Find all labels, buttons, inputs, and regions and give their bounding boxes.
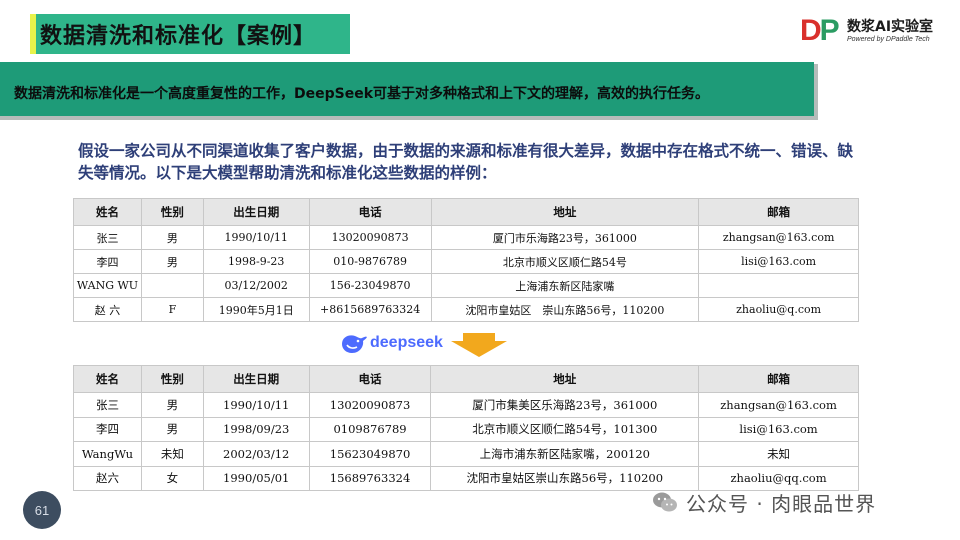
cell-phone: 0109876789 [308,416,432,442]
cell-address: 厦门市乐海路23号，361000 [430,225,700,250]
cell-name: 李四 [73,249,142,274]
cell-email [698,273,859,298]
cell-name: WangWu [73,441,142,467]
cell-birthdate: 1998/09/23 [202,416,310,442]
column-header: 出生日期 [202,198,310,226]
cell-phone: 15689763324 [308,465,432,491]
column-header: 邮箱 [698,198,859,226]
page-title: 数据清洗和标准化【案例】 [40,24,317,49]
cell-birthdate: 1990/05/01 [202,465,310,491]
cell-name: 李四 [73,416,142,442]
table-row: WANG WU 03/12/2002 156-23049870 上海浦东新区陆家… [73,273,859,298]
table-row: 张三 男 1990/10/11 13020090873 厦门市集美区乐海路23号… [73,392,859,418]
cell-birthdate: 1990/10/11 [202,392,310,418]
cell-email: 未知 [698,441,859,467]
table-header-row: 姓名 性别 出生日期 电话 地址 邮箱 [73,365,859,393]
cell-phone: 15623049870 [308,441,432,467]
watermark-text: 公众号 · 肉眼品世界 [686,491,877,516]
column-header: 姓名 [73,198,142,226]
cell-phone: 13020090873 [308,225,432,250]
cell-phone: 010-9876789 [308,249,432,274]
cell-email: lisi@163.com [698,249,859,274]
title-accent [30,14,36,54]
table-row: 张三 男 1990/10/11 13020090873 厦门市乐海路23号，36… [73,225,859,250]
cell-email: lisi@163.com [698,416,859,442]
wechat-icon [653,492,677,512]
page-number: 61 [23,491,61,529]
cell-gender: 女 [140,465,204,491]
column-header: 地址 [430,365,700,393]
cell-gender: 男 [140,416,204,442]
cell-gender [140,273,204,298]
cell-name: 张三 [73,392,142,418]
table-header-row: 姓名 性别 出生日期 电话 地址 邮箱 [73,198,859,226]
table-row: 李四 男 1998-9-23 010-9876789 北京市顺义区顺仁路54号 … [73,249,859,274]
cell-gender: 男 [140,249,204,274]
cell-address: 上海市浦东新区陆家嘴，200120 [430,441,700,467]
cell-birthdate: 1990年5月1日 [202,297,310,322]
cell-email: zhaoliu@q.com [698,297,859,322]
logo-name: 数浆AI实验室 [847,19,934,35]
cell-phone: 13020090873 [308,392,432,418]
column-header: 姓名 [73,365,142,393]
deepseek-whale-icon [342,335,367,353]
logo-mark: DP [800,14,840,47]
cell-gender: 未知 [140,441,204,467]
cell-address: 北京市顺义区顺仁路54号 [430,249,700,274]
table-row: WangWu 未知 2002/03/12 15623049870 上海市浦东新区… [73,441,859,467]
cell-phone: +8615689763324 [308,297,432,322]
cell-gender: 男 [140,225,204,250]
deepseek-wordmark: deepseek [370,334,443,351]
cell-address: 沈阳市皇姑区崇山东路56号，110200 [430,465,700,491]
cell-address: 北京市顺义区顺仁路54号，101300 [430,416,700,442]
watermark: 公众号 · 肉眼品世界 [652,488,876,516]
cell-name: WANG WU [73,273,142,298]
cell-email: zhangsan@163.com [698,225,859,250]
column-header: 性别 [140,198,204,226]
table-row: 赵 六 F 1990年5月1日 +8615689763324 沈阳市皇姑区 崇山… [73,297,859,322]
cell-birthdate: 1998-9-23 [202,249,310,274]
cell-gender: F [140,297,204,322]
column-header: 电话 [308,198,432,226]
cell-birthdate: 03/12/2002 [202,273,310,298]
arrow-down-icon [451,333,507,357]
table-row: 李四 男 1998/09/23 0109876789 北京市顺义区顺仁路54号，… [73,416,859,442]
deepseek-logo: deepseek [340,330,450,358]
cell-name: 张三 [73,225,142,250]
cell-address: 上海浦东新区陆家嘴 [430,273,700,298]
cleaned-data-table: 姓名 性别 出生日期 电话 地址 邮箱 张三 男 1990/10/11 1302… [73,365,859,491]
column-header: 出生日期 [202,365,310,393]
intro-paragraph: 假设一家公司从不同渠道收集了客户数据，由于数据的来源和标准有很大差异，数据中存在… [78,142,854,182]
column-header: 电话 [308,365,432,393]
cell-address: 沈阳市皇姑区 崇山东路56号，110200 [430,297,700,322]
brand-logo: DP 数浆AI实验室 Powered by DPaddle Tech [800,14,950,48]
cell-address: 厦门市集美区乐海路23号，361000 [430,392,700,418]
raw-data-table: 姓名 性别 出生日期 电话 地址 邮箱 张三 男 1990/10/11 1302… [73,198,859,322]
summary-banner-text: 数据清洗和标准化是一个高度重复性的工作，DeepSeek可基于对多种格式和上下文… [14,86,710,102]
cell-name: 赵六 [73,465,142,491]
cell-gender: 男 [140,392,204,418]
column-header: 地址 [430,198,700,226]
cell-phone: 156-23049870 [308,273,432,298]
column-header: 性别 [140,365,204,393]
column-header: 邮箱 [698,365,859,393]
logo-tagline: Powered by DPaddle Tech [847,36,930,43]
cell-birthdate: 2002/03/12 [202,441,310,467]
cell-birthdate: 1990/10/11 [202,225,310,250]
cell-name: 赵 六 [73,297,142,322]
cell-email: zhangsan@163.com [698,392,859,418]
